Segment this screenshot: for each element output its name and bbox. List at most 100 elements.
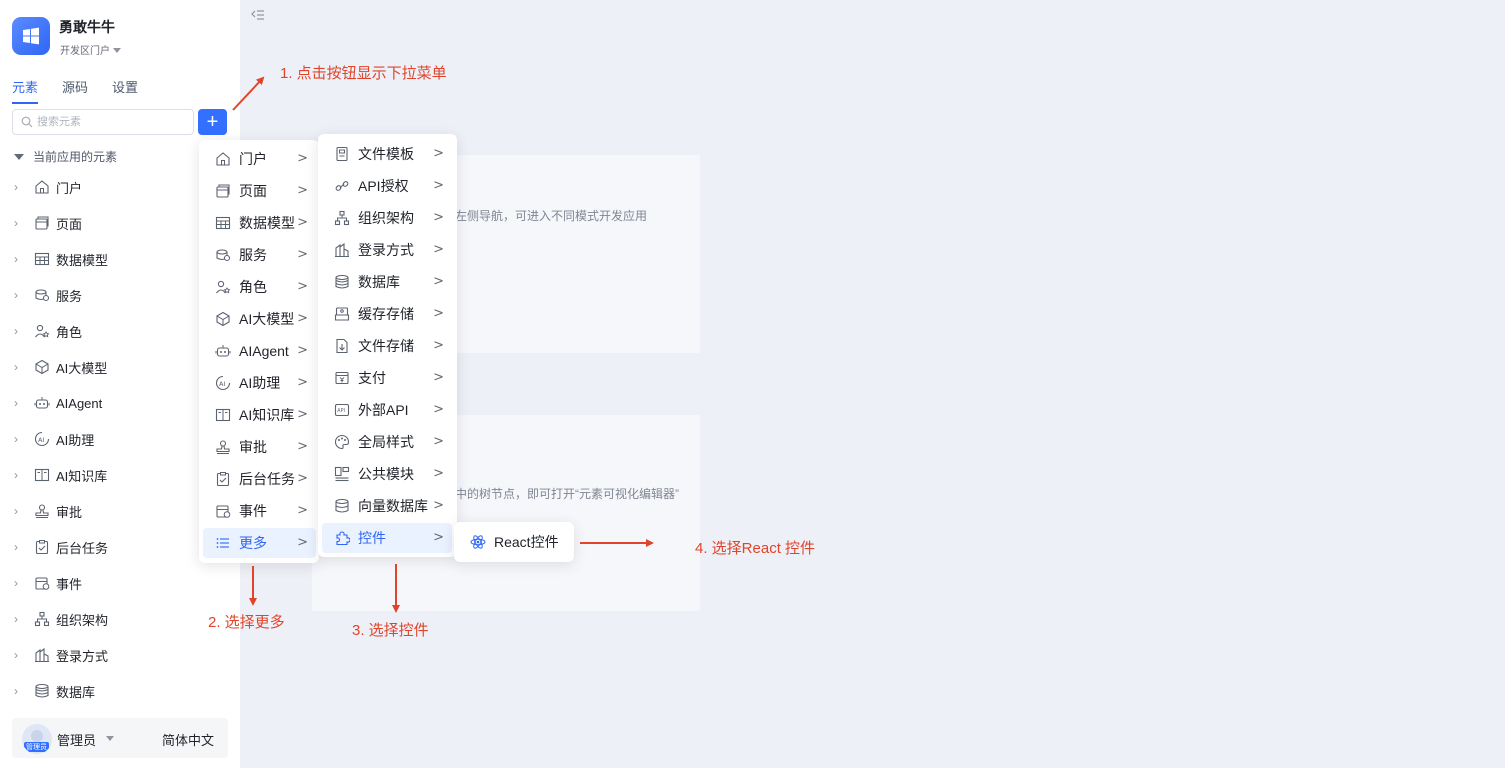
chevron-right-icon[interactable]: ›	[14, 324, 28, 338]
background-hint-1: 左侧导航，可进入不同模式开发应用	[455, 209, 648, 223]
menu2-item-1[interactable]: API授权 >	[322, 171, 452, 201]
menu2-item-12[interactable]: 控件 >	[322, 523, 452, 553]
tree-item-7[interactable]: › AI AI助理	[14, 429, 94, 449]
chevron-right-icon[interactable]: ›	[14, 504, 28, 518]
chevron-right-icon[interactable]: ›	[14, 180, 28, 194]
avatar[interactable]: 管理员	[22, 724, 52, 754]
tree-section-header[interactable]: 当前应用的元素	[14, 148, 117, 165]
menu2-item-2[interactable]: 组织架构 >	[322, 203, 452, 233]
tree-item-12[interactable]: › 组织架构	[14, 609, 108, 629]
ai-assistant-icon: AI	[34, 431, 50, 447]
tree-item-14[interactable]: › 数据库	[14, 681, 95, 701]
tree-item-1[interactable]: › 页面	[14, 213, 82, 233]
tab-source[interactable]: 源码	[62, 77, 88, 104]
chevron-right-icon[interactable]: ›	[14, 360, 28, 374]
chevron-right-icon: >	[297, 503, 308, 518]
tab-elements[interactable]: 元素	[12, 77, 39, 104]
tree-item-6[interactable]: › AIAgent	[14, 393, 102, 413]
menu-item-label: 审批	[239, 439, 267, 455]
chevron-right-icon[interactable]: ›	[14, 648, 28, 662]
menu2-item-5[interactable]: 缓存存储 >	[322, 299, 452, 329]
chevron-right-icon[interactable]: ›	[14, 576, 28, 590]
tree-item-10[interactable]: › 后台任务	[14, 537, 108, 557]
menu-item-label: 控件	[358, 530, 386, 546]
env-label: 开发区门户	[60, 46, 110, 57]
tree-item-8[interactable]: › AI知识库	[14, 465, 107, 485]
menu1-item-2[interactable]: 数据模型 >	[203, 208, 316, 238]
chevron-right-icon: >	[297, 311, 308, 326]
menu-item-label: 后台任务	[239, 471, 295, 487]
menu2-item-8[interactable]: API 外部API >	[322, 395, 452, 425]
chevron-right-icon[interactable]: ›	[14, 432, 28, 446]
ai-model-icon	[215, 311, 231, 327]
env-selector[interactable]: 开发区门户	[60, 42, 121, 57]
chevron-right-icon: >	[297, 183, 308, 198]
tree-item-label: 数据库	[56, 684, 96, 700]
chevron-right-icon: >	[433, 338, 444, 353]
role-icon	[34, 323, 50, 339]
collapse-sidebar-icon[interactable]	[251, 9, 265, 24]
stamp-icon	[34, 503, 50, 519]
menu-item-label: AI大模型	[239, 311, 295, 327]
chevron-right-icon[interactable]: ›	[14, 288, 28, 302]
menu1-item-5[interactable]: AI大模型 >	[203, 304, 316, 334]
windows-logo-icon	[23, 27, 39, 45]
app-logo[interactable]	[12, 17, 50, 55]
palette-icon	[334, 434, 350, 450]
tree-item-4[interactable]: › 角色	[14, 321, 82, 341]
svg-text:AI: AI	[219, 380, 225, 388]
tree-item-label: 门户	[56, 180, 83, 196]
menu1-item-0[interactable]: 门户 >	[203, 144, 316, 174]
language-selector[interactable]: 简体中文	[162, 730, 214, 749]
tree-item-3[interactable]: › 服务	[14, 285, 82, 305]
tree-item-11[interactable]: › 事件	[14, 573, 82, 593]
tree-item-2[interactable]: › 数据模型	[14, 249, 108, 269]
chevron-right-icon[interactable]: ›	[14, 396, 28, 410]
caret-down-icon[interactable]	[106, 736, 114, 741]
chevron-right-icon[interactable]: ›	[14, 612, 28, 626]
add-element-button[interactable]: +	[198, 109, 227, 135]
chevron-right-icon[interactable]: ›	[14, 252, 28, 266]
chevron-right-icon[interactable]: ›	[14, 540, 28, 554]
menu2-item-3[interactable]: 登录方式 >	[322, 235, 452, 265]
menu1-item-7[interactable]: AI AI助理 >	[203, 368, 316, 398]
org-icon	[34, 611, 50, 627]
menu1-item-9[interactable]: 审批 >	[203, 432, 316, 462]
menu-item-label: 文件模板	[358, 146, 414, 162]
menu2-item-9[interactable]: 全局样式 >	[322, 427, 452, 457]
menu2-item-6[interactable]: 文件存储 >	[322, 331, 452, 361]
tree-item-0[interactable]: › 门户	[14, 177, 82, 197]
menu1-item-4[interactable]: 角色 >	[203, 272, 316, 302]
menu2-item-7[interactable]: 支付 >	[322, 363, 452, 393]
chevron-right-icon[interactable]: ›	[14, 468, 28, 482]
annotation-step1: 1. 点击按钮显示下拉菜单	[280, 65, 447, 82]
menu3-item-0[interactable]: React控件	[458, 527, 570, 557]
chevron-right-icon[interactable]: ›	[14, 216, 28, 230]
menu2-item-10[interactable]: 公共模块 >	[322, 459, 452, 489]
tree-item-label: 后台任务	[56, 540, 109, 556]
react-icon	[470, 534, 486, 550]
event-icon	[34, 575, 50, 591]
tree-item-label: 组织架构	[56, 612, 109, 628]
tab-settings[interactable]: 设置	[112, 77, 138, 104]
tree-item-9[interactable]: › 审批	[14, 501, 82, 521]
user-name[interactable]: 管理员	[57, 730, 96, 749]
menu1-item-1[interactable]: 页面 >	[203, 176, 316, 206]
menu1-item-10[interactable]: 后台任务 >	[203, 464, 316, 494]
tree-item-5[interactable]: › AI大模型	[14, 357, 107, 377]
menu1-item-12[interactable]: 更多 >	[203, 528, 316, 558]
tree-item-13[interactable]: › 登录方式	[14, 645, 108, 665]
menu1-item-6[interactable]: AIAgent >	[203, 336, 316, 366]
menu1-item-8[interactable]: AI知识库 >	[203, 400, 316, 430]
menu1-item-11[interactable]: 事件 >	[203, 496, 316, 526]
tree-item-label: 页面	[56, 216, 83, 232]
user-bar: 管理员 管理员 简体中文	[12, 718, 228, 758]
menu2-item-11[interactable]: 向量数据库 >	[322, 491, 452, 521]
menu2-item-0[interactable]: 文件模板 >	[322, 139, 452, 169]
menu1-item-3[interactable]: 服务 >	[203, 240, 316, 270]
menu2-item-4[interactable]: 数据库 >	[322, 267, 452, 297]
search-input[interactable]	[37, 116, 187, 128]
chevron-right-icon[interactable]: ›	[14, 684, 28, 698]
chevron-right-icon: >	[297, 151, 308, 166]
tree-item-label: 数据模型	[56, 252, 109, 268]
